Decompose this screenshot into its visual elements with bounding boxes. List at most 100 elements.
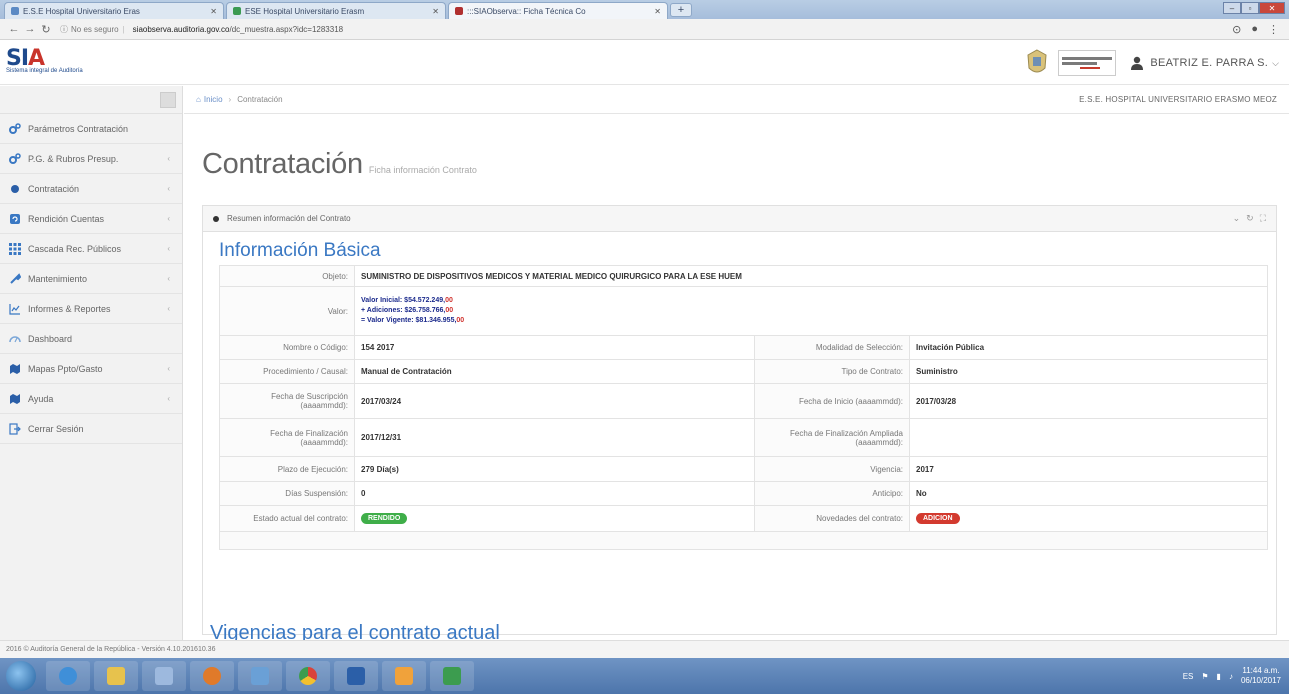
clock-time: 11:44 a.m.	[1242, 666, 1280, 675]
portlet-header: Resumen información del Contrato ⌄ ↻ ⛶	[203, 206, 1276, 232]
fullscreen-icon[interactable]: ⛶	[1260, 213, 1266, 224]
home-icon[interactable]: ⌂	[196, 95, 201, 104]
breadcrumb-current: Contratación	[237, 95, 283, 104]
logo-subtitle: Sistema integral de Auditoría	[6, 68, 83, 74]
sidebar-item-informes[interactable]: Informes & Reportes ‹	[0, 294, 182, 324]
sidebar-item-pg-rubros[interactable]: P.G. & Rubros Presup. ‹	[0, 144, 182, 174]
sidebar-item-contratacion[interactable]: Contratación ‹	[0, 174, 182, 204]
breadcrumb-separator-icon: ›	[228, 95, 232, 104]
taskbar-app[interactable]	[382, 661, 426, 691]
browser-tab-1[interactable]: E.S.E Hospital Universitario Eras ✕	[4, 2, 224, 19]
sidebar-item-rendicion[interactable]: Rendición Cuentas ‹	[0, 204, 182, 234]
system-clock[interactable]: 11:44 a.m. 06/10/2017	[1241, 666, 1281, 686]
window-icon	[155, 667, 173, 685]
info-icon[interactable]: ⓘ	[60, 24, 68, 35]
sidebar-item-ayuda[interactable]: Ayuda ‹	[0, 384, 182, 414]
sidebar-item-label: Dashboard	[28, 333, 73, 344]
portlet-title: Resumen información del Contrato	[227, 214, 351, 223]
forward-arrow-icon[interactable]: →	[22, 23, 38, 35]
browser-tab-2[interactable]: ESE Hospital Universitario Erasm ✕	[226, 2, 446, 19]
taskbar-app[interactable]	[286, 661, 330, 691]
footer-text: 2016 © Auditoría General de la República…	[6, 646, 216, 653]
close-icon[interactable]: ✕	[432, 7, 439, 16]
taskbar-app[interactable]	[190, 661, 234, 691]
field-label: Tipo de Contrato:	[754, 359, 910, 384]
field-label: Procedimiento / Causal:	[219, 359, 355, 384]
close-icon[interactable]: ✕	[210, 7, 217, 16]
maximize-button[interactable]: ▫	[1241, 2, 1259, 14]
clock-date: 06/10/2017	[1240, 676, 1281, 685]
menu-icon[interactable]: ⋮	[1268, 23, 1279, 36]
sidebar-item-cascada[interactable]: Cascada Rec. Públicos ‹	[0, 234, 182, 264]
chevron-left-icon: ‹	[167, 154, 170, 163]
taskbar-app[interactable]	[46, 661, 90, 691]
valor-vigente-cents: 00	[456, 317, 465, 324]
estado-label: Estado actual del contrato:	[219, 505, 355, 532]
reload-icon[interactable]: ↻	[1246, 213, 1254, 224]
language-icon[interactable]: ES	[1183, 672, 1194, 681]
coat-of-arms-icon	[1027, 49, 1047, 73]
network-icon[interactable]: ▮	[1217, 672, 1221, 681]
sidebar-item-parametros[interactable]: Parámetros Contratación	[0, 114, 182, 144]
reload-icon[interactable]: ↻	[38, 23, 54, 36]
help-icon	[8, 392, 22, 406]
logo-bar	[1062, 57, 1113, 60]
paint-icon	[395, 667, 413, 685]
sidebar-item-cerrar-sesion[interactable]: Cerrar Sesión	[0, 414, 182, 444]
valor-inicial-cents: 00	[445, 297, 453, 304]
field-value: No	[909, 481, 1268, 506]
user-icon	[1131, 56, 1144, 70]
close-icon[interactable]: ✕	[654, 7, 661, 16]
chevron-down-icon[interactable]: ⌵	[1272, 58, 1279, 69]
vigencias-title: Vigencias para el contrato actual	[210, 622, 500, 640]
collapse-icon[interactable]: ⌄	[1233, 213, 1241, 224]
flag-icon[interactable]: ⚑	[1201, 672, 1208, 681]
sidebar-item-mantenimiento[interactable]: Mantenimiento ‹	[0, 264, 182, 294]
sidebar-toggle-button[interactable]	[160, 92, 176, 108]
url-field[interactable]: ⓘ No es seguro | siaobserva.auditoria.go…	[60, 21, 1226, 38]
contract-summary-portlet: Resumen información del Contrato ⌄ ↻ ⛶ I…	[202, 205, 1277, 635]
wrench-icon	[8, 272, 22, 286]
browser-actions: ⊙ ● ⋮	[1232, 23, 1279, 36]
user-name[interactable]: BEATRIZ E. PARRA S.	[1150, 57, 1268, 69]
taskbar-app[interactable]	[238, 661, 282, 691]
account-icon[interactable]: ●	[1251, 23, 1258, 36]
extension-icon[interactable]: ⊙	[1232, 23, 1241, 36]
sia-logo[interactable]: SIA Sistema integral de Auditoría	[6, 46, 101, 80]
sidebar-item-dashboard[interactable]: Dashboard	[0, 324, 182, 354]
close-window-button[interactable]: ✕	[1259, 2, 1285, 14]
media-icon	[203, 667, 221, 685]
table-row	[219, 531, 1268, 550]
back-arrow-icon[interactable]: ←	[6, 23, 22, 35]
page-subtitle: Ficha información Contrato	[368, 165, 477, 175]
tab-title: E.S.E Hospital Universitario Eras	[23, 6, 140, 16]
field-label: Fecha de Suscripción (aaaammdd):	[219, 383, 355, 419]
taskbar-app[interactable]	[94, 661, 138, 691]
new-tab-button[interactable]: +	[670, 3, 692, 17]
valor-cell: Valor Inicial: $54.572.249,00 + Adicione…	[354, 286, 1268, 336]
breadcrumb: ⌂ Inicio › Contratación E.S.E. HOSPITAL …	[184, 86, 1289, 114]
start-button[interactable]	[6, 661, 36, 691]
estado-cell: RENDIDO	[354, 505, 755, 532]
minimize-button[interactable]: –	[1223, 2, 1241, 14]
valor-label: Valor:	[219, 286, 355, 336]
chevron-left-icon: ‹	[167, 364, 170, 373]
url-separator: |	[122, 24, 125, 34]
breadcrumb-home-link[interactable]: Inicio	[204, 95, 223, 104]
chevron-left-icon: ‹	[167, 394, 170, 403]
sidebar-item-mapas[interactable]: Mapas Ppto/Gasto ‹	[0, 354, 182, 384]
volume-icon[interactable]: ♪	[1229, 672, 1233, 681]
browser-tab-3[interactable]: :::SIAObserva:: Ficha Técnica Co ✕	[448, 2, 668, 19]
app-header: SIA Sistema integral de Auditoría BEATRI…	[0, 40, 1289, 85]
taskbar-app[interactable]	[430, 661, 474, 691]
system-tray: ES ⚑ ▮ ♪ 11:44 a.m. 06/10/2017	[1183, 666, 1289, 686]
field-value: 154 2017	[354, 335, 755, 360]
field-label: Plazo de Ejecución:	[219, 456, 355, 482]
taskbar-app[interactable]	[334, 661, 378, 691]
taskbar-app[interactable]	[142, 661, 186, 691]
chevron-left-icon: ‹	[167, 244, 170, 253]
field-label: Modalidad de Selección:	[754, 335, 910, 360]
organization-logo	[1058, 50, 1117, 76]
sidebar-item-label: Rendición Cuentas	[28, 213, 105, 224]
chevron-left-icon: ‹	[167, 184, 170, 193]
